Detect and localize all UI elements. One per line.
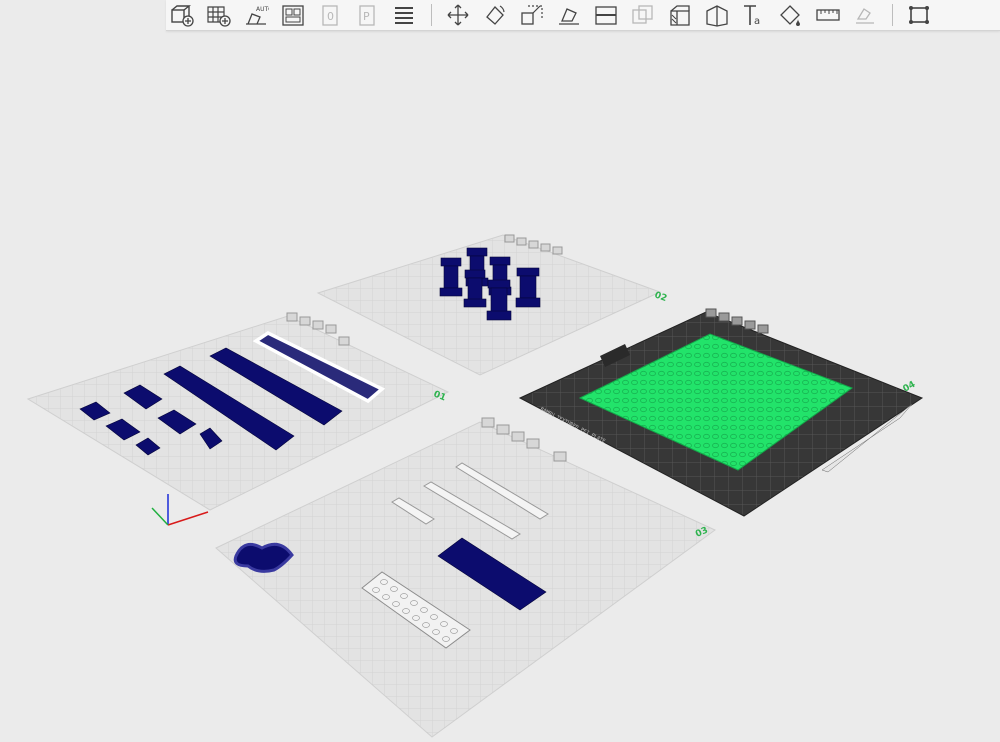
plate-4-orient-button[interactable] [718,312,730,322]
plate-1-settings-button[interactable] [338,336,350,346]
plate-3-lock-button[interactable] [526,438,540,449]
plate-1-delete-button[interactable] [286,312,298,322]
plate-3-arrange-button[interactable] [511,431,525,442]
plate-3-settings-button[interactable] [553,451,567,462]
plate-2-label: 02 [653,290,668,304]
plate-4-delete-button[interactable] [705,308,717,318]
plate-2-lock-button[interactable] [540,243,551,252]
plate-1-lock-button[interactable] [325,324,337,334]
plate-1-orient-button[interactable] [299,316,311,326]
plate-2-delete-button[interactable] [504,234,515,243]
plate-2-orient-button[interactable] [516,237,527,246]
plate-2-arrange-button[interactable] [528,240,539,249]
3d-viewport[interactable]: 02 01 03 BAMBU TEXTURED PEI PLATE 04 [0,0,1000,742]
plate-4-settings-button[interactable] [757,324,769,334]
plate-1-arrange-button[interactable] [312,320,324,330]
plate-4-lock-button[interactable] [744,320,756,330]
plate-3-delete-button[interactable] [481,417,495,428]
plate-2-settings-button[interactable] [552,246,563,255]
plate-4-arrange-button[interactable] [731,316,743,326]
plate-3-orient-button[interactable] [496,424,510,435]
